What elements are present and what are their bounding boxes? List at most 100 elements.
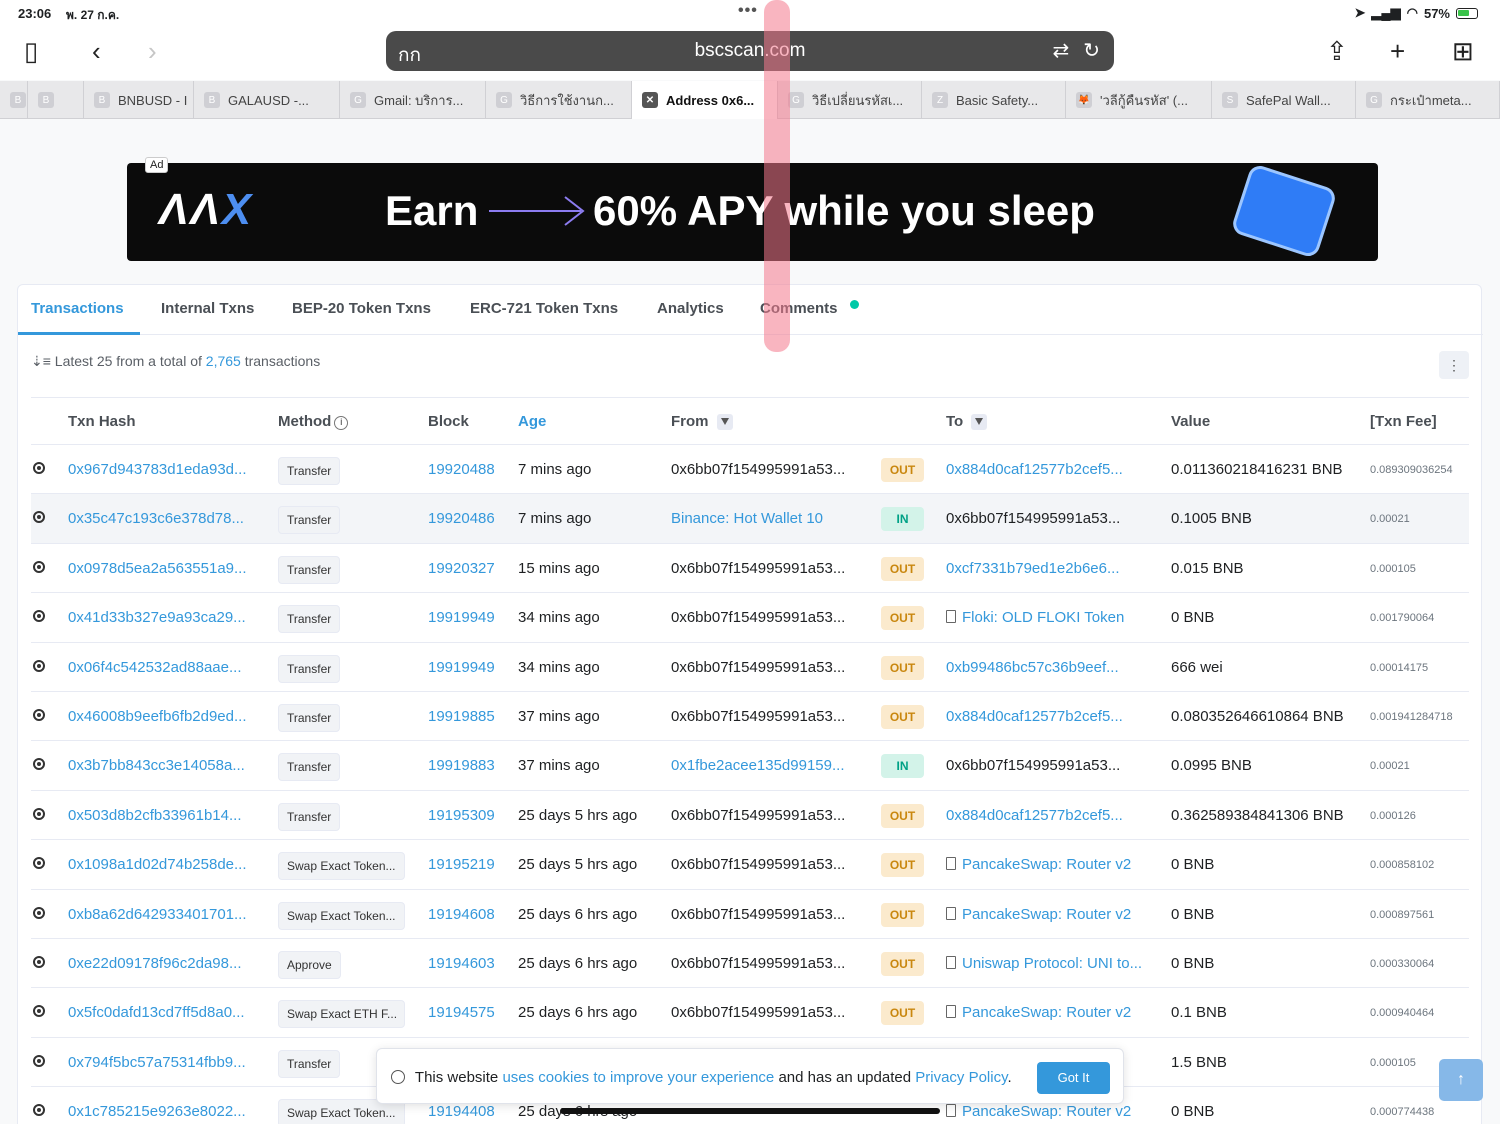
block-link[interactable]: 19195309 [428, 807, 495, 824]
to-address[interactable]: PancakeSwap: Router v2 [946, 856, 1156, 873]
tab-bep20-token-txns[interactable]: BEP-20 Token Txns [292, 300, 431, 317]
txn-hash-link[interactable]: 0x1098a1d02d74b258de... [68, 856, 258, 873]
eye-preview-icon[interactable] [33, 906, 45, 919]
block-link[interactable]: 19919949 [428, 659, 495, 676]
tab-internal-txns[interactable]: Internal Txns [161, 300, 254, 317]
eye-preview-icon[interactable] [33, 1104, 45, 1117]
eye-preview-icon[interactable] [33, 857, 45, 870]
url-text[interactable]: bscscan.com [386, 40, 1114, 62]
browser-tab[interactable]: B [28, 81, 84, 119]
txn-hash-link[interactable]: 0x3b7bb843cc3e14058a... [68, 757, 258, 774]
txn-hash-link[interactable]: 0xe22d09178f96c2da98... [68, 955, 258, 972]
filter-icon[interactable] [971, 414, 988, 431]
txn-hash-link[interactable]: 0x46008b9eefb6fb2d9ed... [68, 708, 258, 725]
to-address[interactable]: PancakeSwap: Router v2 [946, 1103, 1156, 1120]
browser-tab[interactable]: B GALAUSD -... [194, 81, 340, 119]
block-link[interactable]: 19919949 [428, 609, 495, 626]
block-link[interactable]: 19919885 [428, 708, 495, 725]
browser-tab[interactable]: 🦊 'วลีกู้คืนรหัส' (... [1066, 81, 1212, 119]
block-link[interactable]: 19194408 [428, 1103, 495, 1120]
contract-file-icon [946, 955, 956, 969]
eye-preview-icon[interactable] [33, 1005, 45, 1018]
tab-label: GALAUSD -... [228, 92, 309, 108]
browser-tab[interactable]: ✕ Address 0x6... [632, 81, 778, 119]
tab-overview-icon[interactable]: ⊞ [1452, 36, 1474, 67]
address-bar[interactable]: กก bscscan.com ⇄ ↻ [386, 31, 1114, 71]
txn-hash-link[interactable]: 0x41d33b327e9a93ca29... [68, 609, 258, 626]
eye-preview-icon[interactable] [33, 807, 45, 820]
eye-preview-icon[interactable] [33, 955, 45, 968]
to-address[interactable]: 0x884d0caf12577b2cef5... [946, 461, 1156, 478]
eye-preview-icon[interactable] [33, 511, 45, 524]
block-link[interactable]: 19919883 [428, 757, 495, 774]
sidebar-toggle-icon[interactable]: ▯ [24, 36, 38, 67]
cookies-policy-link[interactable]: uses cookies to improve your experience [502, 1069, 774, 1086]
to-address[interactable]: Uniswap Protocol: UNI to... [946, 955, 1156, 972]
tab-favicon-icon: 🦊 [1076, 92, 1092, 108]
txn-hash-link[interactable]: 0x0978d5ea2a563551a9... [68, 560, 258, 577]
block-link[interactable]: 19195219 [428, 856, 495, 873]
browser-tab[interactable]: B BNBUSD - I [84, 81, 194, 119]
block-link[interactable]: 19194603 [428, 955, 495, 972]
age-text: 7 mins ago [518, 510, 592, 528]
back-icon[interactable]: ‹ [92, 36, 101, 67]
browser-tab[interactable]: G กระเป๋าmeta... [1356, 81, 1500, 119]
cookie-icon [391, 1070, 405, 1084]
new-tab-icon[interactable]: + [1390, 36, 1405, 67]
from-address[interactable]: 0x1fbe2acee135d99159... [671, 757, 861, 774]
block-link[interactable]: 19920327 [428, 560, 495, 577]
from-address[interactable]: Binance: Hot Wallet 10 [671, 510, 861, 527]
browser-tab[interactable]: B [0, 81, 28, 119]
tab-analytics[interactable]: Analytics [657, 300, 724, 317]
txn-hash-link[interactable]: 0x06f4c542532ad88aae... [68, 659, 258, 676]
multitask-dots-icon[interactable]: ••• [738, 2, 758, 20]
age-text: 25 days 6 hrs ago [518, 905, 638, 923]
browser-tab[interactable]: Z Basic Safety... [922, 81, 1066, 119]
tab-transactions[interactable]: Transactions [31, 300, 124, 317]
block-link[interactable]: 19920486 [428, 510, 495, 527]
col-age[interactable]: Age [518, 413, 546, 430]
eye-preview-icon[interactable] [33, 1054, 45, 1067]
browser-tab[interactable]: G Gmail: บริการ... [340, 81, 486, 119]
browser-tab[interactable]: G วิธีเปลี่ยนรหัสเ... [778, 81, 922, 119]
info-icon[interactable]: i [334, 416, 349, 430]
forward-icon[interactable]: › [148, 36, 157, 67]
txn-hash-link[interactable]: 0xb8a62d642933401701... [68, 906, 258, 923]
translate-icon[interactable]: ⇄ [1052, 38, 1069, 63]
to-address[interactable]: 0x884d0caf12577b2cef5... [946, 708, 1156, 725]
browser-tab[interactable]: S SafePal Wall... [1212, 81, 1356, 119]
txn-hash-link[interactable]: 0x794f5bc57a75314fbb9... [68, 1054, 258, 1071]
eye-preview-icon[interactable] [33, 758, 45, 771]
eye-preview-icon[interactable] [33, 462, 45, 474]
to-address[interactable]: Floki: OLD FLOKI Token [946, 609, 1156, 626]
ad-banner[interactable]: Ad ΛΛX Earn 60% APY while you sleep [127, 157, 1378, 261]
block-link[interactable]: 19920488 [428, 461, 495, 478]
txn-hash-link[interactable]: 0x503d8b2cfb33961b14... [68, 807, 258, 824]
from-address: 0x6bb07f154995991a53... [671, 905, 846, 923]
block-link[interactable]: 19194575 [428, 1004, 495, 1021]
filter-icon[interactable] [716, 414, 733, 431]
eye-preview-icon[interactable] [33, 610, 45, 623]
txn-hash-link[interactable]: 0x35c47c193c6e378d78... [68, 510, 258, 527]
share-icon[interactable]: ⇪ [1326, 36, 1348, 67]
eye-preview-icon[interactable] [33, 659, 45, 672]
txn-hash-link[interactable]: 0x967d943783d1eda93d... [68, 461, 258, 478]
more-options-button[interactable]: ⋮ [1439, 351, 1469, 379]
to-address[interactable]: 0xcf7331b79ed1e2b6e6... [946, 560, 1156, 577]
privacy-policy-link[interactable]: Privacy Policy [915, 1069, 1007, 1086]
total-count-link[interactable]: 2,765 [206, 353, 241, 369]
txn-hash-link[interactable]: 0x5fc0dafd13cd7ff5d8a0... [68, 1004, 258, 1021]
got-it-button[interactable]: Got It [1037, 1062, 1110, 1094]
scroll-to-top-button[interactable]: ↑ [1439, 1059, 1483, 1101]
to-address[interactable]: 0xb99486bc57c36b9eef... [946, 659, 1156, 676]
to-address[interactable]: PancakeSwap: Router v2 [946, 1004, 1156, 1021]
txn-hash-link[interactable]: 0x1c785215e9263e8022... [68, 1103, 258, 1120]
eye-preview-icon[interactable] [33, 708, 45, 721]
tab-erc721-token-txns[interactable]: ERC-721 Token Txns [470, 300, 618, 317]
browser-tab[interactable]: G วิธีการใช้งานก... [486, 81, 632, 119]
block-link[interactable]: 19194608 [428, 906, 495, 923]
to-address[interactable]: PancakeSwap: Router v2 [946, 906, 1156, 923]
to-address[interactable]: 0x884d0caf12577b2cef5... [946, 807, 1156, 824]
eye-preview-icon[interactable] [33, 560, 45, 573]
reload-icon[interactable]: ↻ [1083, 38, 1100, 63]
